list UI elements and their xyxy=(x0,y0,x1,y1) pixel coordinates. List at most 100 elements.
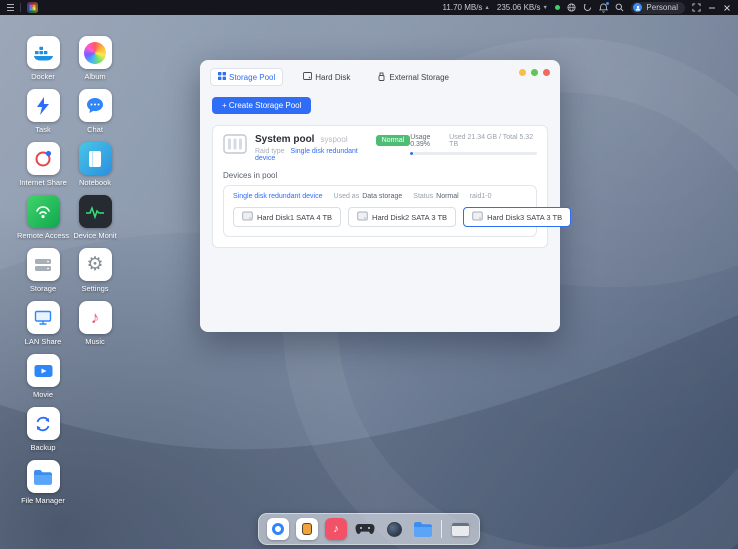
app-notebook[interactable]: Notebook xyxy=(69,142,121,195)
raid-link[interactable]: Single disk redundant device xyxy=(233,193,323,200)
close-icon[interactable] xyxy=(723,4,731,12)
globe-icon[interactable] xyxy=(567,3,576,12)
top-bar: 11.70 MB/s▲ 235.06 KB/s▼ Personal xyxy=(0,0,738,15)
device-monitor-icon xyxy=(79,195,112,228)
app-internet-share[interactable]: Internet Share xyxy=(17,142,69,195)
app-storage[interactable]: Storage xyxy=(17,248,69,301)
app-label: Settings xyxy=(81,284,108,293)
status-badge: Normal xyxy=(376,135,411,146)
app-grid: Docker Album Task Chat xyxy=(17,36,121,513)
minimize-icon[interactable] xyxy=(708,4,716,12)
sync-icon[interactable] xyxy=(583,3,592,12)
usage-detail: Used 21.34 GB / Total 5.32 TB xyxy=(449,134,537,148)
app-backup[interactable]: Backup xyxy=(17,407,69,460)
dock-remote-access[interactable] xyxy=(267,518,289,540)
desktop: Docker Album Task Chat xyxy=(0,15,738,549)
app-label: Movie xyxy=(33,390,53,399)
pool-names: System pool syspool Raid type Single dis… xyxy=(255,134,364,162)
storage-window: Storage Pool Hard Disk External Storage xyxy=(200,60,560,332)
disk-icon xyxy=(242,211,253,223)
raid-id: raid1-0 xyxy=(470,193,492,200)
app-remote-access[interactable]: Remote Access xyxy=(17,195,69,248)
bell-icon[interactable] xyxy=(599,3,608,13)
disk-chip-1[interactable]: Hard Disk1 SATA 4 TB xyxy=(233,207,341,227)
screen: 11.70 MB/s▲ 235.06 KB/s▼ Personal xyxy=(0,0,738,549)
docker-icon xyxy=(27,36,60,69)
settings-icon: ⚙ xyxy=(79,248,112,281)
used-as-value: Data storage xyxy=(362,193,402,200)
disk-label: Hard Disk1 SATA 4 TB xyxy=(257,213,332,222)
tab-hard-disk[interactable]: Hard Disk xyxy=(296,69,357,85)
app-movie[interactable]: Movie xyxy=(17,354,69,407)
usage-bar xyxy=(410,152,537,155)
disk-chip-3[interactable]: Hard Disk3 SATA 3 TB xyxy=(463,207,571,227)
tab-storage-pool[interactable]: Storage Pool xyxy=(210,68,283,86)
app-device-monitor[interactable]: Device Monit xyxy=(69,195,121,248)
app-docker[interactable]: Docker xyxy=(17,36,69,89)
pool-disk-icon xyxy=(223,134,247,159)
devices-section-title: Devices in pool xyxy=(223,171,537,180)
window-controls xyxy=(519,69,550,76)
arrow-up-icon: ▲ xyxy=(484,5,489,11)
dock-window-preview[interactable] xyxy=(449,518,471,540)
menu-icon[interactable] xyxy=(7,4,14,11)
tab-external-storage[interactable]: External Storage xyxy=(370,69,456,86)
raid-type-label: Raid type xyxy=(255,148,285,155)
search-icon[interactable] xyxy=(615,3,624,12)
music-icon: ♪ xyxy=(79,301,112,334)
dock-utility[interactable] xyxy=(296,518,318,540)
app-label: Internet Share xyxy=(19,178,67,187)
app-label: Docker xyxy=(31,72,55,81)
usage-percent: Usage 0.39% xyxy=(410,134,449,148)
app-chat[interactable]: Chat xyxy=(69,89,121,142)
app-label: File Manager xyxy=(21,496,65,505)
app-label: Remote Access xyxy=(17,231,69,240)
window-minimize-button[interactable] xyxy=(519,69,526,76)
notification-dot xyxy=(606,2,609,5)
movie-icon xyxy=(27,354,60,387)
divider xyxy=(20,3,21,12)
app-album[interactable]: Album xyxy=(69,36,121,89)
internet-share-icon xyxy=(27,142,60,175)
status-value: Normal xyxy=(436,193,459,200)
dock-camera[interactable] xyxy=(383,518,405,540)
dock-divider xyxy=(441,520,442,538)
lan-share-icon xyxy=(27,301,60,334)
disk-icon xyxy=(357,211,368,223)
window-maximize-button[interactable] xyxy=(531,69,538,76)
app-settings[interactable]: ⚙ Settings xyxy=(69,248,121,301)
system-logo-icon[interactable] xyxy=(27,2,38,13)
external-storage-tab-icon xyxy=(377,72,386,83)
dock-game[interactable] xyxy=(354,518,376,540)
app-file-manager[interactable]: File Manager xyxy=(17,460,69,513)
dock-music[interactable]: ♪ xyxy=(325,518,347,540)
window-preview xyxy=(452,523,469,536)
window-header: Storage Pool Hard Disk External Storage xyxy=(200,60,560,91)
hard-disk-tab-icon xyxy=(303,72,312,82)
remote-access-icon xyxy=(27,195,60,228)
window-close-button[interactable] xyxy=(543,69,550,76)
create-storage-pool-button[interactable]: + Create Storage Pool xyxy=(212,97,311,114)
download-speed-value: 235.06 KB/s xyxy=(497,3,541,12)
app-music[interactable]: ♪ Music xyxy=(69,301,121,354)
devices-meta-row: Single disk redundant device Used asData… xyxy=(233,193,527,200)
app-label: Device Monit xyxy=(73,231,116,240)
app-label: Backup xyxy=(30,443,55,452)
app-label: Chat xyxy=(87,125,103,134)
upload-speed-value: 11.70 MB/s xyxy=(443,3,483,12)
user-menu[interactable]: Personal xyxy=(631,2,685,14)
disk-chips: Hard Disk1 SATA 4 TB Hard Disk2 SATA 3 T… xyxy=(233,207,527,227)
disk-icon xyxy=(472,211,483,223)
app-label: Album xyxy=(84,72,105,81)
pool-alias: syspool xyxy=(320,135,347,144)
fullscreen-icon[interactable] xyxy=(692,3,701,12)
upload-speed: 11.70 MB/s▲ xyxy=(443,3,490,12)
disk-chip-2[interactable]: Hard Disk2 SATA 3 TB xyxy=(348,207,456,227)
camera-icon xyxy=(387,522,402,537)
app-lan-share[interactable]: LAN Share xyxy=(17,301,69,354)
album-icon xyxy=(79,36,112,69)
app-task[interactable]: Task xyxy=(17,89,69,142)
dock-file-manager[interactable] xyxy=(412,518,434,540)
gamepad-icon xyxy=(355,523,375,535)
remote-access-icon xyxy=(272,523,284,535)
